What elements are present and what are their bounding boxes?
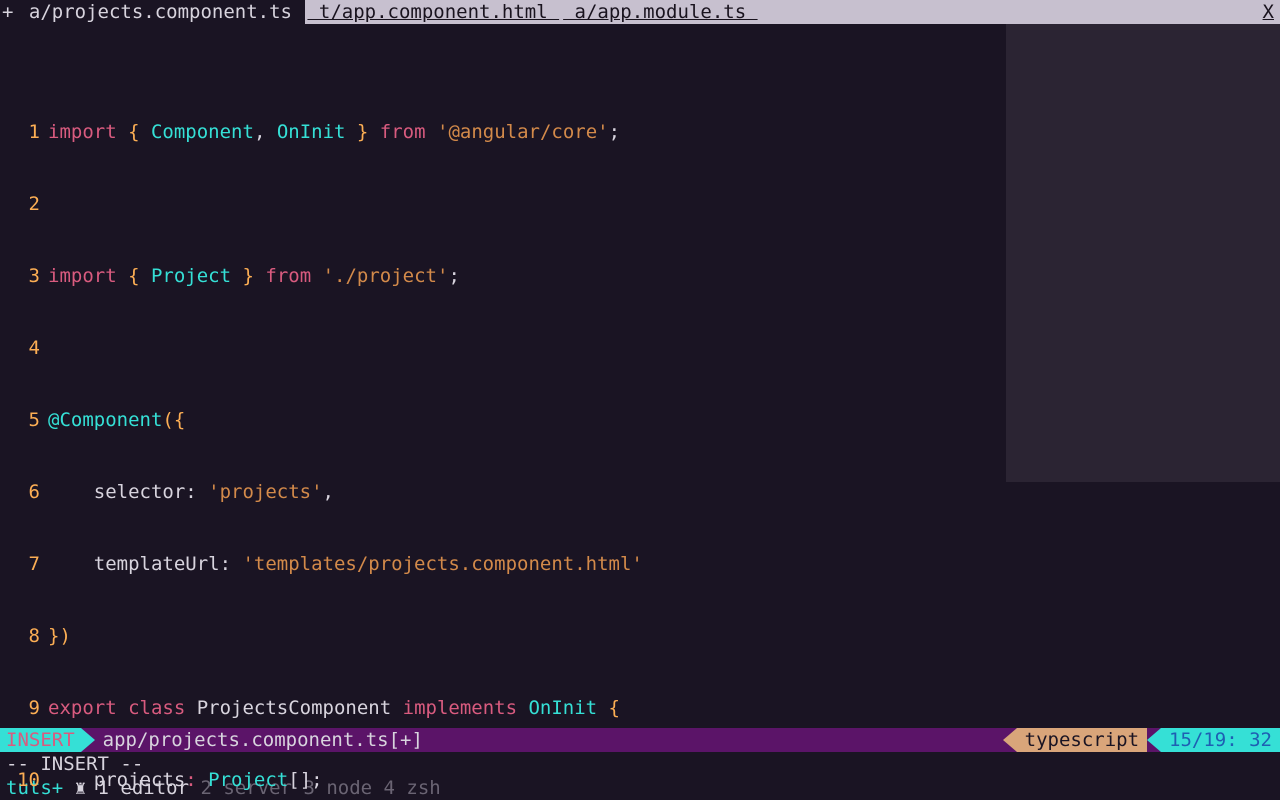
code-line: export class ProjectsComponent implement…	[48, 696, 1280, 720]
line-number: 8	[0, 624, 48, 648]
line-number: 1	[0, 120, 48, 144]
code-line: templateUrl: 'templates/projects.compone…	[48, 552, 1280, 576]
tab-app-module[interactable]: a/app.module.ts	[561, 0, 759, 24]
line-number: 2	[0, 192, 48, 216]
line-number: 6	[0, 480, 48, 504]
tab-app-component-html[interactable]: t/app.component.html	[305, 0, 561, 24]
code-line: projects: Project[];	[48, 768, 1280, 792]
tab-plus[interactable]: +	[0, 0, 15, 24]
scrollbar-region[interactable]	[1006, 24, 1280, 482]
line-number: 4	[0, 336, 48, 360]
line-number: 9	[0, 696, 48, 720]
line-number: 7	[0, 552, 48, 576]
code-editor[interactable]: 1import { Component, OnInit } from '@ang…	[0, 24, 1280, 728]
code-line: selector: 'projects',	[48, 480, 1280, 504]
tab-close-icon[interactable]: X	[1263, 0, 1280, 24]
buffer-tabbar: + a/projects.component.ts t/app.componen…	[0, 0, 1280, 24]
code-line: })	[48, 624, 1280, 648]
tab-projects-component[interactable]: a/projects.component.ts	[15, 0, 305, 24]
line-number: 5	[0, 408, 48, 432]
line-number: 10	[0, 768, 48, 792]
line-number: 3	[0, 264, 48, 288]
